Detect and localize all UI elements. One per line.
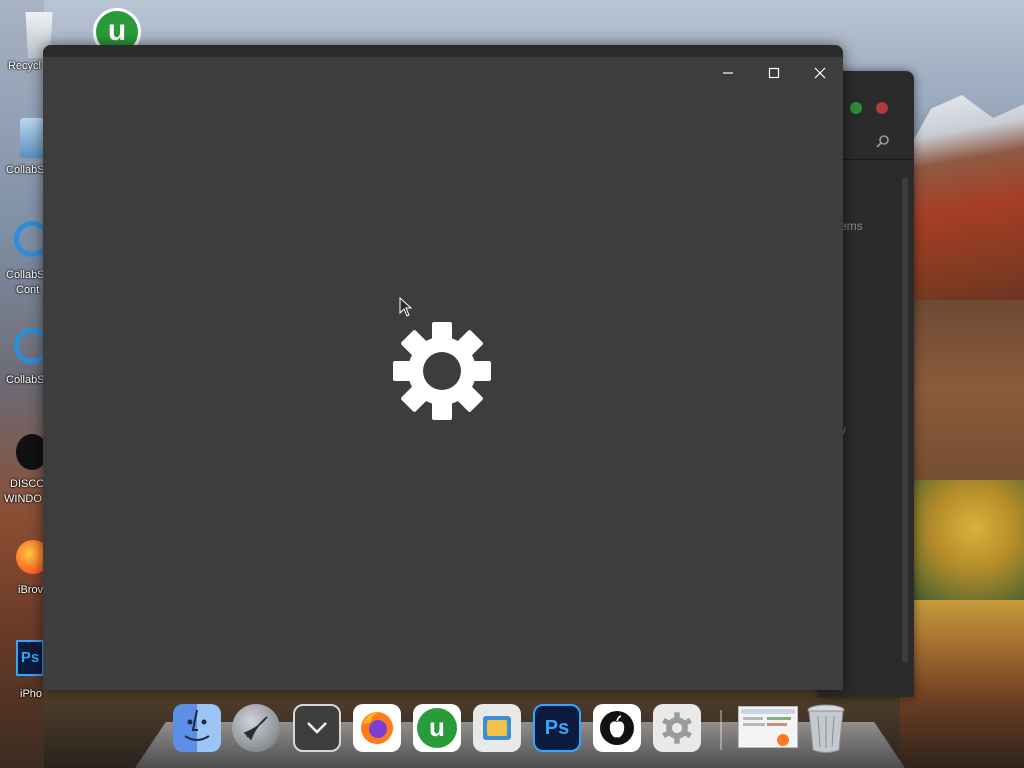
gear-icon <box>662 712 692 744</box>
utorrent-icon: u <box>417 708 457 748</box>
dock-app-mesh[interactable] <box>473 704 521 752</box>
background-window-text: ems <box>840 219 863 233</box>
firefox-icon <box>361 712 393 744</box>
dock-photoshop[interactable]: Ps <box>533 704 581 752</box>
minimize-icon <box>723 72 733 74</box>
close-button[interactable] <box>797 59 843 87</box>
app-window-icon <box>483 716 511 740</box>
minimize-button[interactable] <box>705 59 751 87</box>
wallpaper-mountain-top <box>900 95 1024 325</box>
dock: u Ps <box>170 700 860 756</box>
close-icon <box>814 67 826 79</box>
photoshop-icon: Ps <box>16 640 44 676</box>
window-close-button[interactable] <box>876 102 888 114</box>
loading-window[interactable] <box>43 45 843 690</box>
dock-window-thumbnail[interactable] <box>738 706 798 748</box>
rocket-icon <box>243 716 268 741</box>
search-icon[interactable] <box>876 134 890 151</box>
dock-apple[interactable] <box>593 704 641 752</box>
chevron-down-icon <box>307 722 327 734</box>
window-zoom-button[interactable] <box>850 102 862 114</box>
window-thumbnail-icon <box>741 709 795 746</box>
desktop-icon-label: iBrov <box>18 584 44 596</box>
desktop-icon-label: DISCO <box>10 478 45 490</box>
desktop-icon-label: Recycl <box>8 60 42 72</box>
desktop-icon-collab-ie[interactable]: CollabS <box>0 322 50 392</box>
dock-launchpad[interactable] <box>232 704 280 752</box>
desktop-icon-recycle-bin[interactable]: Recycl <box>0 8 53 78</box>
apple-icon <box>600 711 634 745</box>
desktop-icon-label-line2: Cont <box>16 284 40 296</box>
maximize-icon <box>768 67 780 79</box>
desktop-icon-label: CollabS <box>6 269 45 281</box>
dock-trash[interactable] <box>804 702 848 754</box>
desktop-icon-label: iPho <box>20 688 43 700</box>
gear-icon <box>393 322 491 420</box>
finder-icon <box>184 709 210 741</box>
dock-finder[interactable] <box>173 704 221 752</box>
trash-icon <box>807 704 845 753</box>
desktop-icon-label: CollabS <box>6 164 45 176</box>
desktop-icon-iphoto[interactable]: Ps iPho <box>0 638 44 704</box>
desktop-icon-collab[interactable]: CollabS <box>0 110 46 180</box>
dock-system-preferences[interactable] <box>653 704 701 752</box>
desktop-icon-label-line2: WINDO <box>4 493 42 505</box>
desktop-icon-ibrowser[interactable]: iBrov <box>0 540 50 600</box>
window-titlebar-strip <box>43 45 843 57</box>
photoshop-icon: Ps <box>544 716 570 739</box>
dock-firefox[interactable] <box>353 704 401 752</box>
wallpaper-lake <box>900 600 1024 768</box>
mouse-cursor-icon <box>399 297 413 317</box>
desktop-icon-disco[interactable]: DISCO WINDO <box>0 430 48 510</box>
desktop-icon-collab-cont[interactable]: CollabS Cont <box>0 215 50 300</box>
scrollbar[interactable] <box>902 177 908 663</box>
utorrent-letter: u <box>107 14 127 47</box>
maximize-button[interactable] <box>751 59 797 87</box>
dock-separator <box>720 710 722 750</box>
dock-utorrent[interactable]: u <box>413 704 461 752</box>
dock-downloads[interactable] <box>293 704 341 752</box>
desktop-icon-label: CollabS <box>6 374 45 386</box>
wallpaper-trees <box>900 480 1024 600</box>
